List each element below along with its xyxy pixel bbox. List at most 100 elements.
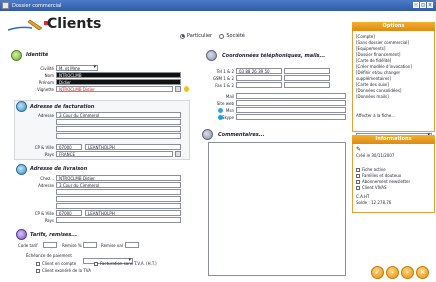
facturation-cp-field[interactable]: 67000 [56, 144, 82, 150]
exonere-checkbox[interactable] [36, 269, 40, 273]
commentaires-title: Commentaires... [218, 132, 265, 138]
livraison-adresse-line2[interactable] [56, 189, 181, 195]
remise-pct-field[interactable] [83, 242, 97, 248]
nom-field[interactable]: NTROCLMB [56, 72, 181, 78]
fiche-active-checkbox[interactable] [356, 168, 360, 172]
newsletter-checkbox[interactable] [356, 180, 360, 184]
previous-button[interactable]: ‹ [386, 266, 399, 279]
livraison-pays-field[interactable] [56, 217, 181, 223]
livraison-adresse-label: Adresse [38, 183, 54, 188]
livraison-adresse-line3[interactable] [56, 196, 181, 202]
facturation-adresse-line4[interactable] [56, 133, 181, 139]
livraison-title: Adresse de livraison [30, 166, 88, 172]
remise-val-field[interactable] [125, 242, 139, 248]
lightbulb-icon[interactable] [184, 86, 189, 92]
window-controls: – □ × [413, 2, 433, 8]
next-button[interactable]: › [401, 266, 414, 279]
commentaires-textarea[interactable] [208, 142, 346, 276]
prenom-field[interactable]: Didier [56, 79, 181, 85]
vivas-checkbox[interactable] [356, 186, 360, 190]
radio-particulier-label: Particulier [187, 33, 213, 39]
prenom-label: Prénom [38, 80, 54, 85]
nom-label: Nom [44, 73, 54, 78]
fax-label: Fax 1 & 2 [215, 83, 234, 88]
facturation-pays-dropdown[interactable] [175, 151, 181, 157]
info-checks: Fiche active Familles et douteux Abonnem… [356, 167, 410, 191]
window-title: Dossier commercial [12, 3, 62, 9]
mail-label: Mail [225, 94, 234, 99]
vignette-field[interactable]: NTROCLMB Didier [56, 86, 173, 92]
facturation-pays-field[interactable]: FRANCE [56, 151, 173, 157]
fax2-field[interactable] [284, 82, 330, 88]
gsm-label: GSM 1 & 2 [212, 76, 234, 81]
radio-societe-label: Société [226, 33, 245, 39]
fax1-field[interactable] [236, 82, 282, 88]
close-form-button[interactable]: × [416, 266, 429, 279]
facturation-ville-field[interactable]: LEANTHOLPH [85, 144, 181, 150]
msn-label: Msn [225, 108, 234, 113]
code-tarif-field[interactable] [43, 242, 57, 248]
sans-tva-label: Facturation sans T.V.A. (H.T.) [100, 261, 157, 266]
options-list: [Compte] [Sans dossier commercial] [Equi… [356, 34, 434, 100]
tarifs-icon [16, 229, 27, 240]
exonere-label: Client exonéré de la TVA [42, 268, 91, 273]
affecter-label: Affecter à la fiche... [356, 113, 396, 118]
code-tarif-label: Code tarif [18, 243, 38, 248]
facturation-title: Adresse de facturation [30, 104, 95, 110]
facturation-cp-label: CP & Ville [34, 145, 54, 150]
sans-tva-option: Facturation sans T.V.A. (H.T.) [94, 261, 157, 267]
options-item[interactable]: [Définir et/ou changer supplémentaires] [356, 70, 434, 82]
client-type-radios: Particulier Société [180, 33, 251, 39]
sans-tva-checkbox[interactable] [94, 262, 98, 266]
phone-icon [206, 50, 217, 61]
informations-header: Informations [352, 135, 435, 144]
minimize-button[interactable]: – [413, 2, 419, 8]
vivas-label: Client VIVAS [362, 185, 387, 190]
web-field[interactable] [236, 100, 346, 106]
facturation-adresse-line3[interactable] [56, 126, 181, 132]
close-button[interactable]: × [427, 2, 433, 8]
skype-icon [218, 115, 223, 120]
radio-particulier[interactable] [180, 33, 185, 39]
familles-checkbox[interactable] [356, 174, 360, 178]
gsm1-field[interactable] [236, 75, 282, 81]
civilite-select[interactable]: M. et Mme [56, 65, 98, 71]
livraison-ville-field[interactable]: LEANTHOLPH [85, 210, 181, 216]
skype-label: Skype [221, 115, 234, 120]
maximize-button[interactable]: □ [420, 2, 426, 8]
facturation-adresse-line2[interactable] [56, 119, 181, 125]
remise-pct-label: Remise % [62, 243, 82, 248]
livraison-chez-label: Chez... [40, 176, 54, 181]
page-title: Clients [47, 16, 102, 32]
msn-field[interactable] [236, 107, 346, 113]
skype-field[interactable] [236, 114, 346, 120]
client-compte-option: Client en compte [36, 261, 76, 267]
validate-button[interactable]: ✓ [371, 266, 384, 279]
facturation-adresse-line1[interactable]: 3 Cour du Cimmerol [56, 112, 181, 118]
familles-label: Familles et douteux [362, 173, 402, 178]
comment-icon [202, 129, 213, 140]
client-compte-checkbox[interactable] [36, 262, 40, 266]
livraison-adresse-line1[interactable]: 3 Cour du Cimmerol [56, 182, 181, 188]
facturation-pays-label: Pays [44, 152, 54, 157]
web-label: Site web [216, 101, 234, 106]
livraison-chez-field[interactable]: NTROCLMB Didier [56, 175, 181, 181]
tarifs-title: Tarifs, remises... [30, 232, 77, 238]
msn-icon [218, 108, 223, 113]
vignette-label: Vignette [37, 87, 54, 92]
gsm2-field[interactable] [284, 75, 330, 81]
livraison-cp-field[interactable]: 67000 [56, 210, 82, 216]
vignette-dropdown-button[interactable] [175, 86, 181, 92]
livraison-adresse-line4[interactable] [56, 203, 181, 209]
mail-field[interactable] [236, 93, 346, 99]
tel2-field[interactable] [284, 68, 330, 74]
radio-societe[interactable] [219, 33, 225, 39]
pen-logo-icon [7, 19, 43, 31]
tel1-field[interactable]: 03 88 26 39 50 [236, 68, 282, 74]
options-item[interactable]: [Données mails] [356, 94, 434, 100]
livraison-pays-label: Pays [44, 218, 54, 223]
remise-val-label: Remise val [101, 243, 123, 248]
app-icon [2, 2, 9, 9]
identite-title: Identité [26, 52, 49, 58]
newsletter-label: Abonnement newsletter [362, 179, 411, 184]
